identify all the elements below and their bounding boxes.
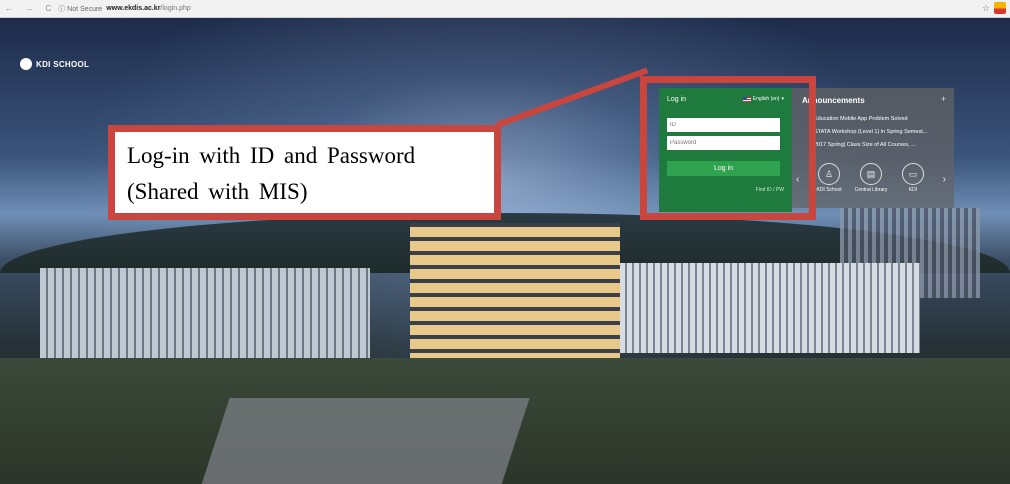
quick-link-label: Central Library [854,187,888,193]
address-bar-path[interactable]: /login.php [160,5,190,12]
quick-link-central-library[interactable]: ▤ Central Library [854,163,888,193]
quick-link-label: KDI School [816,187,842,193]
logo-mark-icon [20,58,32,70]
kdi-school-icon: ♙ [818,163,840,185]
site-logo-text: KDI SCHOOL [36,59,90,69]
next-arrow-icon[interactable]: › [943,174,946,185]
extension-icon[interactable] [994,2,1006,14]
callout-line-1: Log-in with ID and Password [127,143,416,168]
login-highlight-frame [640,76,816,220]
browser-nav-icons[interactable]: ← → C [5,4,56,13]
bookmark-star-icon[interactable]: ☆ [982,3,990,14]
campus-building-right [620,263,920,353]
more-plus-icon[interactable]: + [941,94,946,104]
announcements-panel: Announcements + Education Mobile App Pro… [792,88,954,208]
monitor-icon: ▭ [902,163,924,185]
quick-link-label: KDI [908,187,918,193]
security-indicator[interactable]: ⓘ Not Secure [58,4,102,14]
callout-line-2: (Shared with MIS) [127,179,308,204]
browser-toolbar: ← → C ⓘ Not Secure www.ekdis.ac.kr /logi… [0,0,1010,18]
quick-link-kdi-school[interactable]: ♙ KDI School [812,163,846,193]
quick-link-kdi[interactable]: ▭ KDI [896,163,930,193]
site-logo[interactable]: KDI SCHOOL [20,58,89,70]
library-icon: ▤ [860,163,882,185]
parking-lot [200,398,530,484]
announcement-item[interactable]: 2017 Spring] Class Size of All Courses, … [814,139,949,152]
callout-box: Log-in with ID and Password (Shared with… [108,125,501,220]
announcement-item[interactable]: STATA Workshop (Level 1) in Spring Semes… [814,126,949,139]
announcements-list: Education Mobile App Problem Solved STAT… [814,113,949,152]
announcement-item[interactable]: Education Mobile App Problem Solved [814,113,949,126]
address-bar-host[interactable]: www.ekdis.ac.kr [106,5,160,12]
campus-building-center [410,223,620,363]
